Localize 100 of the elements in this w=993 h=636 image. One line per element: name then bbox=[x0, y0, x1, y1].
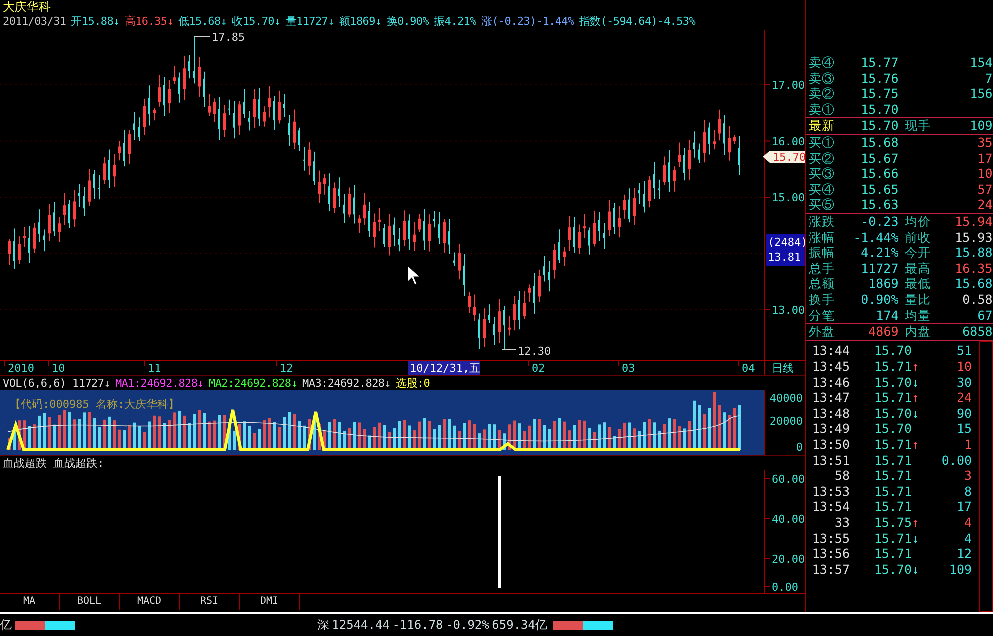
direction-arrow: ↑ bbox=[912, 390, 921, 406]
price-value: 174 bbox=[875, 308, 899, 324]
indicator-value: VOL(6,6,6) 11727↓ bbox=[3, 376, 110, 390]
trade-price: 15.70 bbox=[873, 374, 912, 390]
volume-value: 154 bbox=[969, 55, 993, 71]
trade-volume: 0.00 bbox=[940, 452, 972, 468]
price-value: 4.21% bbox=[860, 245, 899, 261]
row-label: 现手 bbox=[904, 118, 932, 134]
row-label: 涨幅 bbox=[808, 230, 836, 246]
price-value: 15.77 bbox=[860, 55, 899, 71]
trade-time: 33 bbox=[834, 514, 850, 531]
trade-time: 13:55 bbox=[811, 530, 850, 546]
trade-volume: 30 bbox=[956, 374, 972, 390]
row-label: 买② bbox=[808, 150, 836, 166]
volume-value: 10 bbox=[976, 166, 993, 182]
row-label: 最高 bbox=[904, 260, 932, 276]
indicator-value: MA1:24692.828↓ bbox=[115, 376, 204, 390]
trade-volume: 4 bbox=[963, 530, 972, 546]
row-label: 均价 bbox=[904, 214, 932, 230]
row-label: 量比 bbox=[904, 292, 932, 308]
price-value: 15.67 bbox=[860, 150, 899, 166]
price-value: 15.65 bbox=[860, 182, 899, 198]
trade-volume: 10 bbox=[956, 359, 972, 375]
direction-arrow: ↑ bbox=[912, 359, 921, 375]
trade-time: 13:51 bbox=[811, 452, 850, 468]
row-label: 总手 bbox=[808, 260, 836, 276]
date-label: 11 bbox=[148, 362, 162, 376]
row-label: 今开 bbox=[904, 245, 932, 261]
status-text: 亿 bbox=[0, 617, 12, 634]
trade-volume: 4 bbox=[963, 514, 972, 531]
row-label: 外盘 bbox=[808, 324, 836, 340]
trade-volume: 1 bbox=[963, 437, 972, 453]
row-label: 最低 bbox=[904, 276, 932, 292]
stock-name: 大庆华科 bbox=[3, 0, 51, 14]
direction-arrow: ↓ bbox=[912, 374, 921, 390]
trade-time: 13:56 bbox=[811, 546, 850, 562]
high-price-label: 17.85 bbox=[212, 31, 246, 44]
row-label: 卖④ bbox=[808, 55, 836, 71]
price-value: 11727 bbox=[860, 260, 899, 276]
stock-code-label: 【代码:000985 名称:大庆华科】 bbox=[10, 398, 180, 411]
trade-price: 15.71 bbox=[873, 546, 912, 562]
index-value: -0.92% bbox=[446, 617, 490, 634]
row-label: 卖① bbox=[808, 102, 836, 118]
quote-field: 涨(-0.23)-1.44% bbox=[481, 15, 574, 28]
price-value: 15.75 bbox=[860, 86, 899, 102]
trade-volume: 8 bbox=[963, 484, 972, 500]
axis-label: 40000 bbox=[770, 392, 803, 405]
row-label: 分笔 bbox=[808, 308, 836, 324]
volume-value: 0.58 bbox=[962, 292, 993, 308]
trade-price: 15.70 bbox=[873, 562, 912, 578]
volume-value: 109 bbox=[969, 118, 993, 134]
row-label: 买④ bbox=[808, 182, 836, 198]
price-value: 1869 bbox=[868, 276, 899, 292]
index-value: 12544.44 bbox=[332, 617, 390, 634]
date-label: 02 bbox=[532, 362, 546, 376]
direction-arrow: ↑ bbox=[912, 514, 921, 531]
indicator-value: 选股:0 bbox=[396, 376, 430, 390]
cursor-value: 13.81 bbox=[768, 251, 802, 264]
trade-price: 15.71 bbox=[873, 499, 912, 515]
quote-field: 2011/03/31 bbox=[3, 15, 66, 28]
trade-price: 15.75 bbox=[873, 514, 912, 531]
quote-field: 指数(-594.64)-4.53% bbox=[579, 15, 696, 28]
quote-field: 开15.88↓ bbox=[71, 15, 120, 28]
index-value: -116.78 bbox=[392, 617, 444, 634]
volume-value: 15.88 bbox=[954, 245, 993, 261]
trade-price: 15.70 bbox=[873, 421, 912, 437]
trade-price: 15.71 bbox=[873, 530, 912, 546]
quote-field: 收15.70↓ bbox=[232, 15, 281, 28]
low-price-label: 12.30 bbox=[518, 345, 552, 358]
volume-value: 17 bbox=[976, 150, 993, 166]
row-label: 总额 bbox=[808, 276, 836, 292]
direction-arrow: ↑ bbox=[912, 437, 921, 453]
price-value: 15.70 bbox=[860, 102, 899, 118]
trade-volume: 15 bbox=[956, 421, 972, 437]
trade-price: 15.71 bbox=[873, 390, 912, 406]
price-value: 15.76 bbox=[860, 70, 899, 86]
volume-value: 35 bbox=[976, 134, 993, 151]
price-value: -0.23 bbox=[860, 214, 899, 230]
row-label: 换手 bbox=[808, 292, 836, 308]
volume-value: 15.68 bbox=[954, 276, 993, 292]
axis-label: 13.00 bbox=[772, 304, 805, 317]
row-label: 卖③ bbox=[808, 70, 836, 86]
trade-time: 13:45 bbox=[811, 359, 850, 375]
direction-arrow: ↓ bbox=[912, 562, 921, 578]
axis-label: 40.00 bbox=[772, 513, 805, 526]
price-value: 15.68 bbox=[860, 134, 899, 151]
price-value: 15.66 bbox=[860, 166, 899, 182]
indicator-legend: 血战超跌 血战超跌: bbox=[3, 456, 104, 470]
trade-price: 15.71 bbox=[873, 468, 912, 484]
period-label: 日线 bbox=[772, 362, 794, 376]
trade-volume: 90 bbox=[956, 406, 972, 422]
trade-volume: 12 bbox=[956, 546, 972, 562]
volume-value: 15.93 bbox=[954, 230, 993, 246]
row-label: 买③ bbox=[808, 166, 836, 182]
volume-value: 7 bbox=[984, 70, 993, 86]
volume-value: 67 bbox=[976, 308, 993, 324]
trade-volume: 24 bbox=[956, 390, 972, 406]
market-label: 深 bbox=[317, 617, 330, 634]
price-value: 4869 bbox=[868, 324, 899, 340]
volume-value: 156 bbox=[969, 86, 993, 102]
